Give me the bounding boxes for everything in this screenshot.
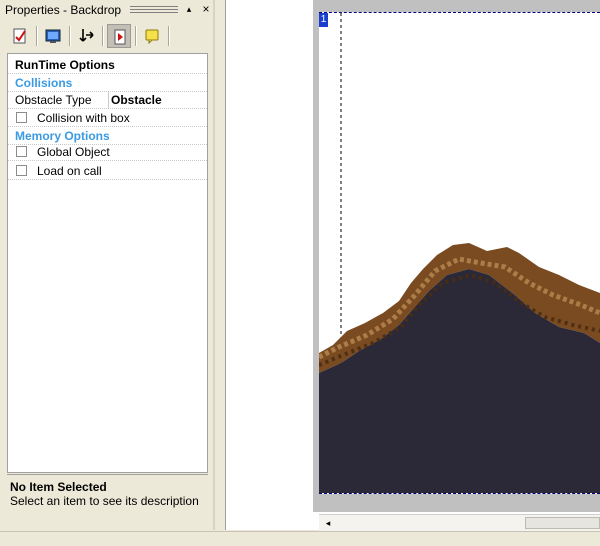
panel-title: Properties - Backdrop: [5, 3, 122, 17]
runtime-icon[interactable]: [107, 24, 131, 48]
runtime-options-header: RunTime Options: [15, 58, 115, 72]
obstacle-type-value[interactable]: Obstacle: [111, 93, 162, 107]
load-on-call-label: Load on call: [37, 164, 102, 178]
drag-grip[interactable]: [130, 6, 178, 14]
collision-with-box-label: Collision with box: [37, 111, 130, 125]
description-title: No Item Selected: [10, 480, 107, 494]
description-pane: No Item Selected Select an item to see i…: [7, 474, 208, 525]
global-object-row[interactable]: Global Object: [8, 143, 207, 161]
category-collisions[interactable]: Collisions: [8, 74, 207, 92]
panel-splitter[interactable]: [213, 0, 215, 530]
collision-with-box-checkbox[interactable]: [16, 112, 27, 123]
comment-icon[interactable]: [140, 24, 164, 48]
obstacle-type-row[interactable]: Obstacle Type Obstacle: [8, 91, 207, 109]
collisions-label: Collisions: [15, 76, 73, 90]
scroll-left-button[interactable]: ◂: [321, 515, 335, 531]
close-button[interactable]: ×: [200, 2, 212, 16]
properties-panel: Properties - Backdrop ▴ × RunTime Option…: [0, 0, 215, 530]
panel-titlebar[interactable]: Properties - Backdrop ▴ ×: [0, 0, 215, 20]
load-on-call-row[interactable]: Load on call: [8, 162, 207, 180]
scroll-thumb[interactable]: [525, 517, 600, 529]
horizontal-scrollbar[interactable]: ◂: [319, 514, 600, 531]
property-grid: RunTime Options Collisions Obstacle Type…: [7, 53, 208, 473]
load-on-call-checkbox[interactable]: [16, 165, 27, 176]
description-text: Select an item to see its description: [10, 494, 199, 508]
memory-options-label: Memory Options: [15, 129, 110, 143]
pin-button[interactable]: ▴: [184, 3, 194, 15]
move-icon[interactable]: [74, 24, 98, 48]
checklist-icon[interactable]: [8, 24, 32, 48]
status-bar: [0, 531, 600, 546]
collision-with-box-row[interactable]: Collision with box: [8, 109, 207, 127]
global-object-checkbox[interactable]: [16, 146, 27, 157]
display-icon[interactable]: [41, 24, 65, 48]
frame-canvas[interactable]: [319, 12, 600, 494]
header-row: RunTime Options: [8, 56, 207, 74]
obstacle-type-label: Obstacle Type: [15, 93, 92, 107]
layer-number-badge: 1: [319, 13, 328, 27]
global-object-label: Global Object: [37, 145, 110, 159]
properties-toolbar: [0, 22, 215, 50]
